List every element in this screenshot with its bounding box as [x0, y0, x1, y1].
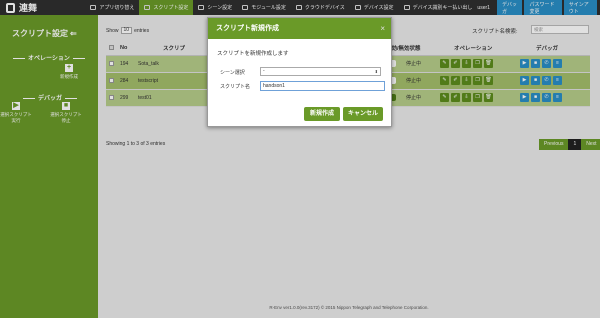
scene-select[interactable]: - ⬍ [260, 67, 381, 76]
modal-title: スクリプト新規作成 [216, 25, 279, 32]
create-button[interactable]: 新規作成 [304, 107, 340, 121]
scene-label: シーン選択 [220, 70, 245, 76]
chevron-updown-icon: ⬍ [374, 69, 378, 74]
modal-header: スクリプト新規作成 × [208, 18, 391, 39]
scene-select-value: - [263, 68, 265, 74]
cancel-button[interactable]: キャンセル [343, 107, 383, 121]
close-icon[interactable]: × [380, 18, 385, 39]
script-name-label: スクリプト名 [220, 84, 251, 90]
new-script-modal: スクリプト新規作成 × スクリプトを新規作成します シーン選択 - ⬍ スクリプ… [207, 17, 392, 127]
script-name-input[interactable]: handson1 [260, 81, 385, 91]
modal-description: スクリプトを新規作成します [217, 51, 289, 57]
